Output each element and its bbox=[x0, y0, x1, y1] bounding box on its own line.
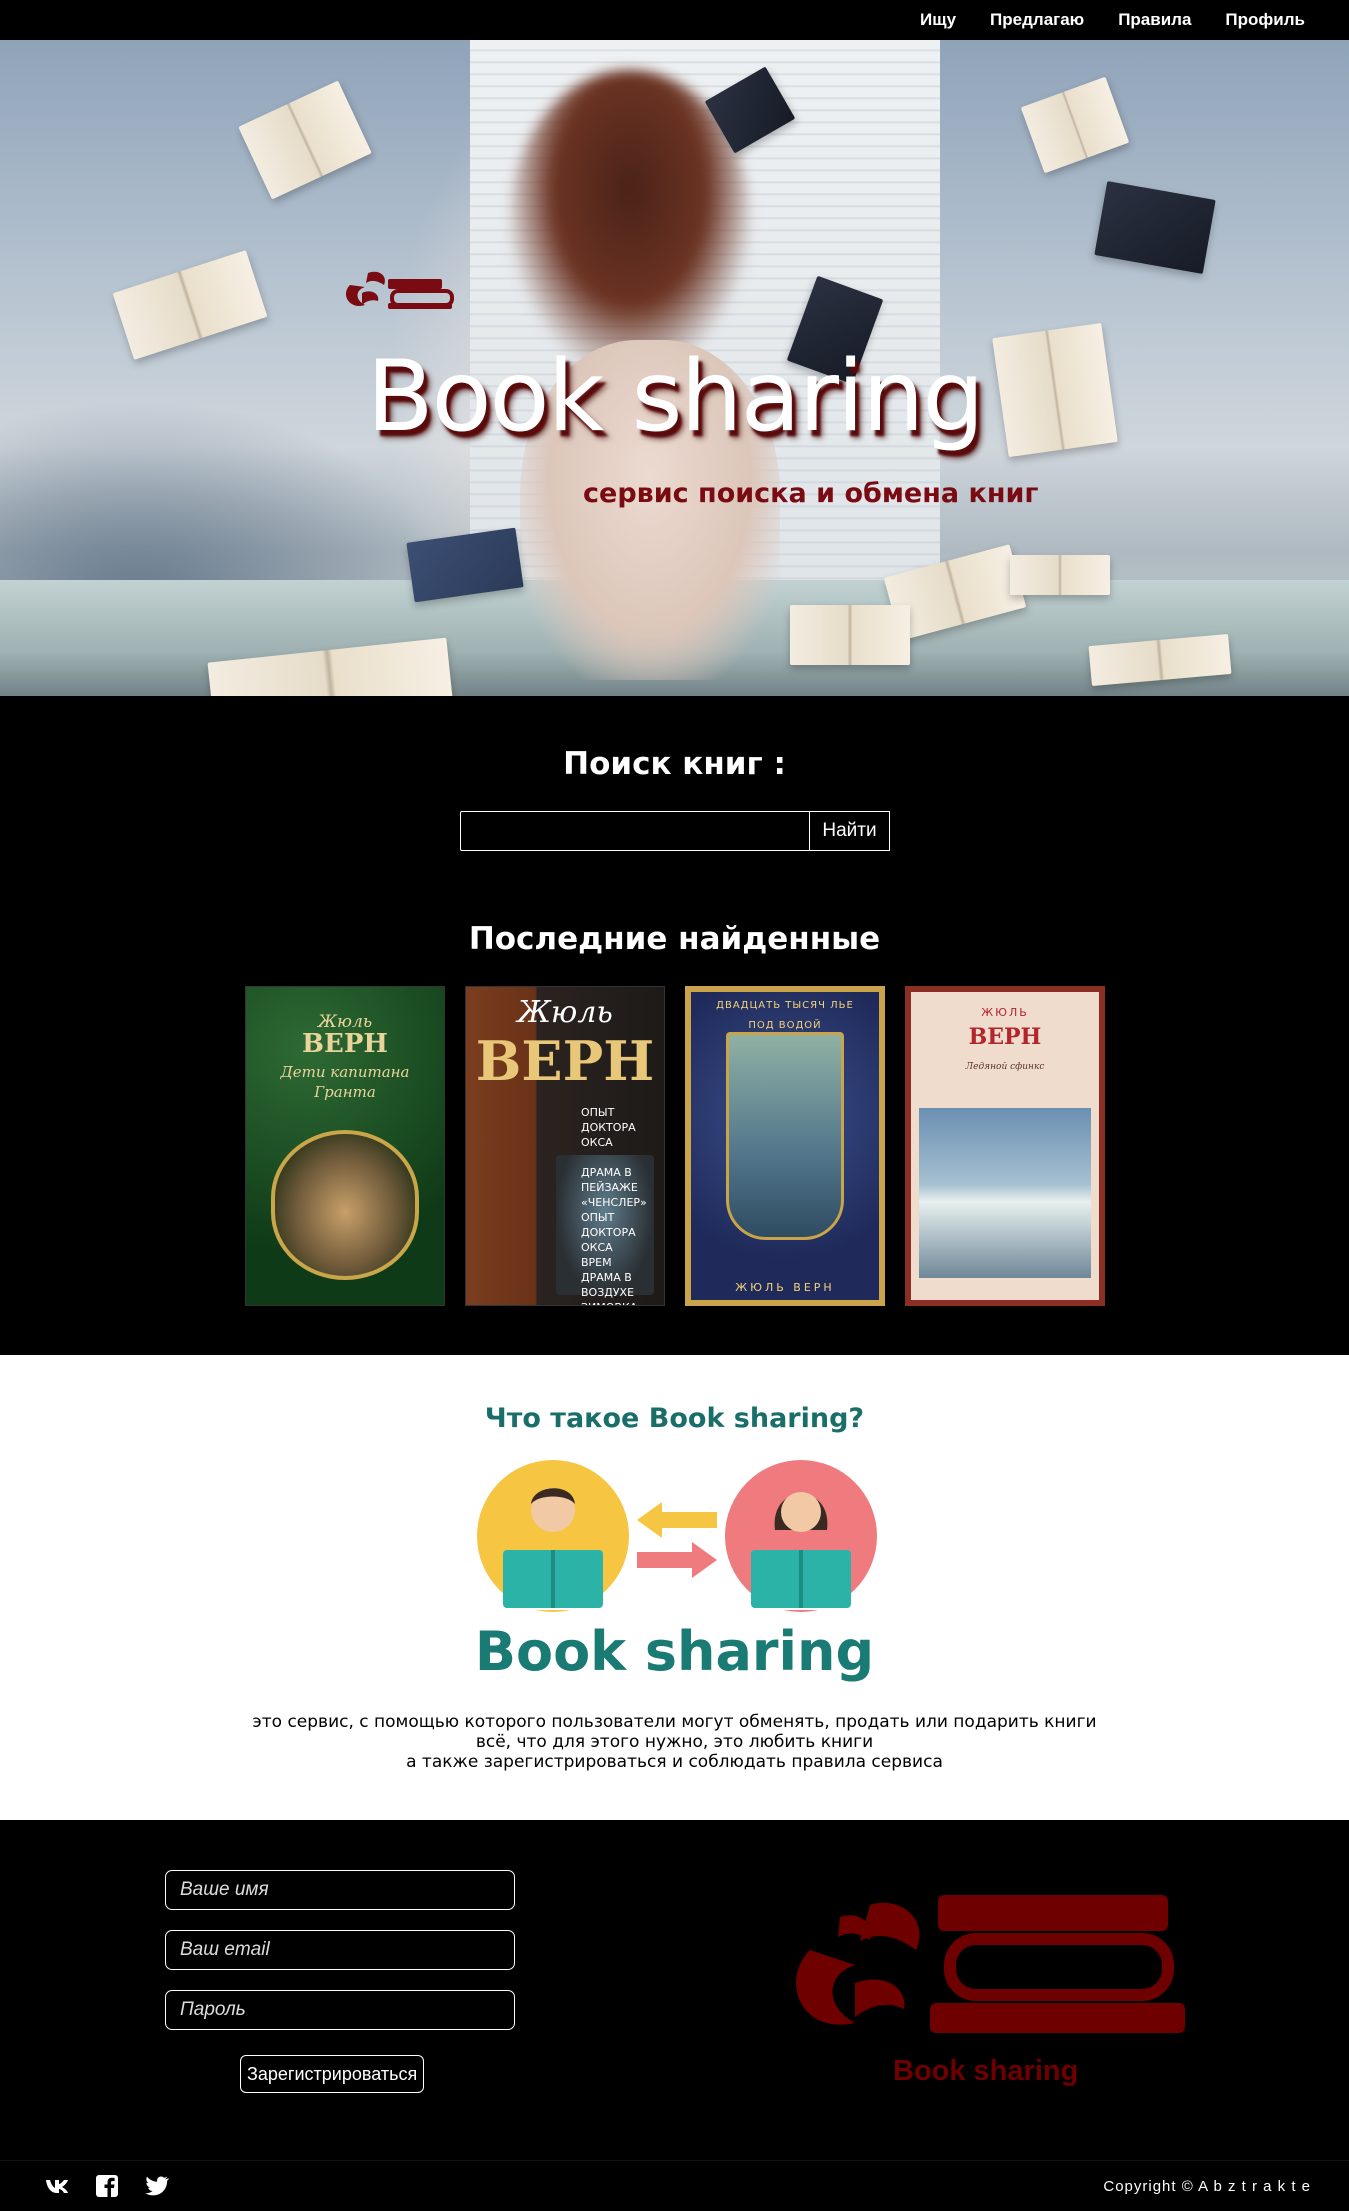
nav-item-search[interactable]: Ищу bbox=[920, 10, 956, 30]
nav-item-rules[interactable]: Правила bbox=[1118, 10, 1191, 30]
register-button[interactable]: Зарегистрироваться bbox=[240, 2055, 425, 2093]
search-button[interactable]: Найти bbox=[810, 811, 890, 851]
vk-icon[interactable] bbox=[44, 2173, 70, 2199]
book-sharing-logo-icon bbox=[796, 1895, 1185, 2033]
book-surname: ЖЮЛЬ ВЕРН bbox=[735, 1281, 835, 1294]
book-exchange-illustration bbox=[477, 1460, 877, 1612]
footer: Copyright © A b z t r a k t e bbox=[0, 2160, 1349, 2211]
register-section: Зарегистрироваться Book sharing bbox=[0, 1820, 1349, 2160]
email-field[interactable] bbox=[165, 1930, 515, 1970]
recent-books-list: Жюль ВЕРН Дети капитана Гранта Жюль ВЕРН… bbox=[245, 986, 1105, 1306]
nav-item-profile[interactable]: Профиль bbox=[1225, 10, 1305, 30]
about-section: Что такое Book sharing? Book sharing это… bbox=[0, 1355, 1349, 1820]
recent-title: Последние найденные bbox=[468, 921, 881, 957]
twitter-icon[interactable] bbox=[144, 2173, 170, 2199]
book-author: ЖЮЛЬ bbox=[981, 1006, 1029, 1019]
password-field[interactable] bbox=[165, 1990, 515, 2030]
social-links bbox=[44, 2173, 170, 2199]
nav-item-offer[interactable]: Предлагаю bbox=[990, 10, 1084, 30]
book-cover[interactable]: ЖЮЛЬ ВЕРН Ледяной сфинкс bbox=[905, 986, 1105, 1306]
search-row: Найти bbox=[460, 811, 890, 851]
search-title: Поиск книг : bbox=[563, 746, 786, 782]
book-title: Ледяной сфинкс bbox=[965, 1062, 1045, 1072]
about-description: это сервис, с помощью которого пользоват… bbox=[0, 1712, 1349, 1772]
book-cover-art bbox=[919, 1108, 1091, 1278]
hero-banner: Book sharing сервис поиска и обмена книг bbox=[0, 40, 1349, 696]
flying-book bbox=[1010, 555, 1110, 595]
about-line: всё, что для этого нужно, это любить кни… bbox=[475, 1732, 874, 1752]
book-cover-art bbox=[271, 1130, 419, 1280]
flying-book bbox=[1094, 181, 1216, 274]
register-logo-text: Book sharing bbox=[893, 2055, 1079, 2087]
about-line: а также зарегистрироваться и соблюдать п… bbox=[406, 1752, 943, 1772]
book-title: Дети капитана Гранта bbox=[280, 1063, 410, 1101]
copyright-text: Copyright © A b z t r a k t e bbox=[1103, 2178, 1311, 2195]
flying-book bbox=[238, 80, 372, 200]
search-section: Поиск книг : Найти Последние найденные Ж… bbox=[0, 696, 1349, 1355]
about-line: это сервис, с помощью которого пользоват… bbox=[252, 1712, 1097, 1732]
flying-book bbox=[1020, 76, 1130, 174]
facebook-icon[interactable] bbox=[94, 2173, 120, 2199]
book-cover[interactable]: Жюль ВЕРН ОПЫТ ДОКТОРА ОКСА ДРАМА В ПЕЙЗ… bbox=[465, 986, 665, 1306]
hero-title: Book sharing bbox=[366, 340, 984, 454]
book-cover-art bbox=[726, 1032, 844, 1240]
book-sharing-logo-icon bbox=[345, 271, 454, 309]
about-title: Что такое Book sharing? bbox=[484, 1403, 865, 1434]
book-surname: ВЕРН bbox=[968, 1024, 1042, 1050]
name-field[interactable] bbox=[165, 1870, 515, 1910]
book-surname: ВЕРН bbox=[302, 1029, 388, 1059]
book-cover[interactable]: ДВАДЦАТЬ ТЫСЯЧ ЛЬЕ ПОД ВОДОЙ ЖЮЛЬ ВЕРН bbox=[685, 986, 885, 1306]
top-navigation: Ищу Предлагаю Правила Профиль bbox=[0, 0, 1349, 40]
about-brand: Book sharing bbox=[474, 1620, 875, 1683]
book-author: Жюль bbox=[517, 995, 613, 1030]
flying-book bbox=[790, 605, 910, 665]
hero-subtitle: сервис поиска и обмена книг bbox=[583, 478, 1039, 509]
book-surname: ВЕРН bbox=[475, 1029, 655, 1093]
search-input[interactable] bbox=[460, 811, 810, 851]
book-title: ОПЫТ ДОКТОРА ОКСА ДРАМА В ПЕЙЗАЖЕ «ЧЕНСЛ… bbox=[581, 1106, 647, 1305]
book-cover[interactable]: Жюль ВЕРН Дети капитана Гранта bbox=[245, 986, 445, 1306]
book-title: ДВАДЦАТЬ ТЫСЯЧ ЛЬЕ ПОД ВОДОЙ bbox=[716, 1000, 854, 1031]
